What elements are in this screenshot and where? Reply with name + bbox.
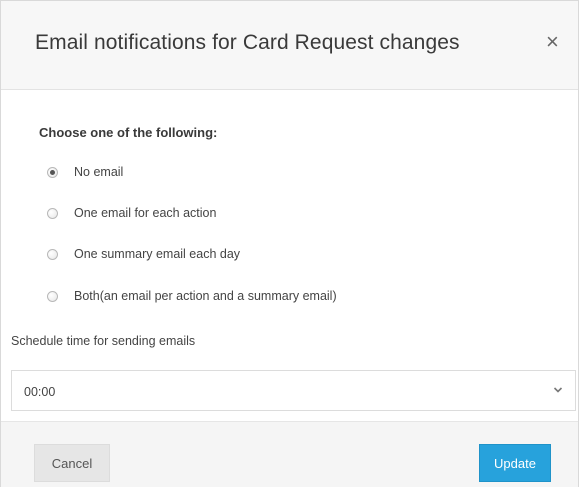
option-label-both: Both(an email per action and a summary e… [74,289,337,303]
radio-one-email-each-action[interactable] [47,207,58,219]
option-both[interactable]: Both(an email per action and a summary e… [47,289,337,303]
schedule-time-value: 00:00 [24,385,56,399]
close-icon[interactable]: × [546,30,559,54]
option-label-summary-each-day: One summary email each day [74,247,241,261]
dialog-footer: Cancel Update [1,421,578,487]
radio-no-email[interactable] [47,166,58,178]
option-no-email[interactable]: No email [47,165,123,179]
option-label-no-email: No email [74,165,124,179]
cancel-button[interactable]: Cancel [34,444,110,482]
schedule-label: Schedule time for sending emails [11,334,196,348]
chevron-down-icon [553,387,563,393]
option-summary-each-day[interactable]: One summary email each day [47,247,240,261]
radio-both[interactable] [47,290,58,302]
update-button[interactable]: Update [479,444,551,482]
email-notifications-dialog: Email notifications for Card Request cha… [0,0,579,487]
dialog-header: Email notifications for Card Request cha… [1,1,578,90]
schedule-time-select[interactable]: 00:00 [11,370,576,411]
option-label-one-email-each-action: One email for each action [74,206,217,220]
options-prompt: Choose one of the following: [39,125,218,140]
dialog-title: Email notifications for Card Request cha… [35,31,460,54]
option-one-email-each-action[interactable]: One email for each action [47,206,216,220]
radio-summary-each-day[interactable] [47,248,58,260]
